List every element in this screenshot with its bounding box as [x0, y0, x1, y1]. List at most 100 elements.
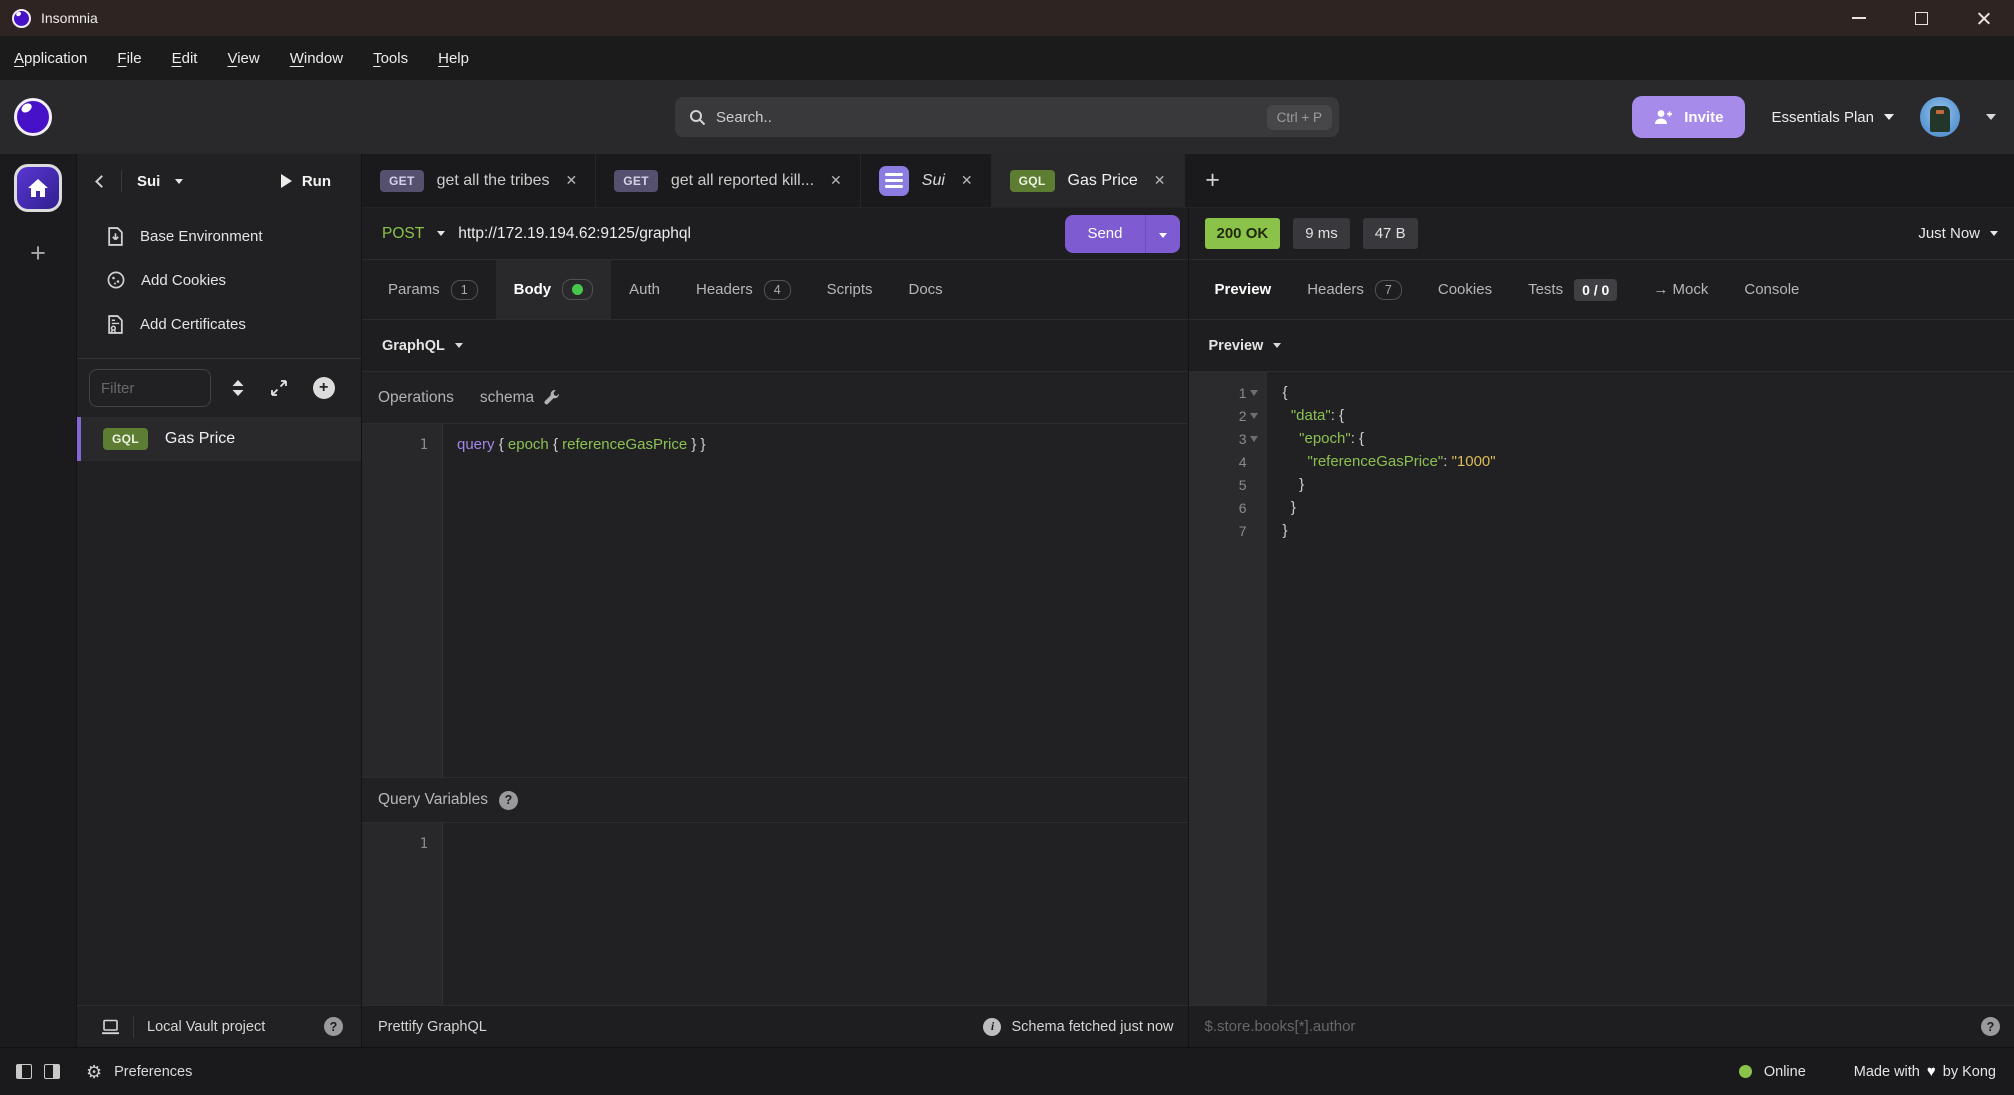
sidebar-item-add-cookies[interactable]: Add Cookies — [77, 258, 361, 302]
response-tab-headers[interactable]: Headers7 — [1289, 260, 1420, 319]
search-input[interactable] — [716, 109, 1257, 126]
code-token: epoch — [508, 436, 553, 453]
request-tab[interactable]: GQLGas Price✕ — [992, 154, 1185, 207]
tab-label: Headers — [1307, 281, 1364, 298]
response-code[interactable]: { "data": { "epoch": { "referenceGasPric… — [1267, 372, 1496, 1005]
request-tab[interactable]: Sui✕ — [861, 154, 992, 207]
method-selector[interactable]: POST — [382, 225, 424, 243]
request-tab-auth[interactable]: Auth — [611, 260, 678, 319]
prettify-button[interactable]: Prettify GraphQL — [378, 1019, 487, 1035]
url-input[interactable]: http://172.19.194.62:9125/graphql — [458, 225, 1052, 243]
query-editor[interactable]: 1 query { epoch { referenceGasPrice } } — [362, 424, 1188, 777]
request-tab-params[interactable]: Params1 — [370, 260, 496, 319]
gear-icon[interactable]: ⚙ — [86, 1063, 102, 1081]
request-tab-body[interactable]: Body — [496, 260, 612, 319]
home-button[interactable] — [14, 164, 62, 212]
response-filter-input[interactable] — [1205, 1018, 1972, 1035]
send-button[interactable]: Send — [1065, 215, 1179, 253]
response-body-viewer[interactable]: 1234567 { "data": { "epoch": { "referenc… — [1189, 372, 2014, 1005]
global-search[interactable]: Ctrl + P — [675, 97, 1339, 137]
body-indicator-badge — [562, 279, 593, 300]
tests-count-badge: 0 / 0 — [1574, 279, 1617, 301]
avatar[interactable] — [1920, 97, 1960, 137]
request-tab-docs[interactable]: Docs — [891, 260, 961, 319]
plan-selector[interactable]: Essentials Plan — [1771, 109, 1894, 126]
help-icon[interactable]: ? — [499, 791, 518, 810]
request-list-item[interactable]: GQLGas Price — [77, 417, 361, 461]
query-code[interactable]: query { epoch { referenceGasPrice } } — [443, 424, 706, 777]
url-bar: POST http://172.19.194.62:9125/graphql S… — [362, 208, 1188, 260]
close-button[interactable] — [1952, 0, 2014, 36]
variables-code[interactable] — [443, 823, 457, 1005]
chevron-down-icon — [1884, 114, 1894, 120]
response-history-dropdown[interactable]: Just Now — [1918, 225, 1998, 242]
menu-item-help[interactable]: Help — [438, 50, 469, 67]
editor-gutter: 1 — [362, 823, 443, 1005]
fold-icon[interactable] — [1247, 390, 1261, 396]
close-tab-icon[interactable]: ✕ — [1154, 172, 1166, 189]
query-variables-editor[interactable]: 1 — [362, 823, 1188, 1005]
preferences-label[interactable]: Preferences — [114, 1064, 192, 1080]
preview-mode-selector[interactable]: Preview — [1189, 320, 2014, 372]
schema-button[interactable]: schema — [480, 389, 560, 407]
menu-item-view[interactable]: View — [227, 50, 259, 67]
menu-item-application[interactable]: Application — [14, 50, 87, 67]
status-badge: 200 OK — [1205, 218, 1281, 249]
response-tab-mock[interactable]: → Mock — [1635, 260, 1726, 319]
response-tab-tests[interactable]: Tests0 / 0 — [1510, 260, 1635, 319]
request-tabs: Params1BodyAuthHeaders4 Scripts Docs — [362, 260, 1188, 320]
online-label[interactable]: Online — [1764, 1064, 1806, 1080]
response-tab-preview[interactable]: Preview — [1197, 260, 1290, 319]
help-icon[interactable]: ? — [1981, 1017, 2000, 1036]
new-tab-button[interactable]: + — [1185, 154, 1241, 207]
line-number: 1 — [1189, 381, 1267, 404]
back-icon[interactable] — [95, 175, 108, 188]
chevron-down-icon[interactable] — [437, 231, 445, 236]
sidebar-item-add-certificates[interactable]: Add Certificates — [77, 302, 361, 346]
response-tab-cookies[interactable]: Cookies — [1420, 260, 1510, 319]
close-tab-icon[interactable]: ✕ — [566, 172, 578, 189]
tab-label: Scripts — [827, 281, 873, 298]
expand-icon[interactable] — [270, 379, 288, 397]
sidebar-footer[interactable]: Local Vault project ? — [77, 1005, 361, 1047]
close-tab-icon[interactable]: ✕ — [830, 172, 842, 189]
request-tab[interactable]: GETget all the tribes✕ — [362, 154, 596, 207]
menu-item-file[interactable]: File — [117, 50, 141, 67]
fold-icon[interactable] — [1247, 436, 1261, 442]
sort-icon[interactable] — [231, 379, 245, 397]
request-tab-headers[interactable]: Headers4 — [678, 260, 809, 319]
chevron-down-icon — [1990, 231, 1998, 236]
toggle-panel-icon[interactable] — [44, 1064, 60, 1079]
invite-button[interactable]: Invite — [1632, 96, 1745, 138]
menu-item-tools[interactable]: Tools — [373, 50, 408, 67]
help-icon[interactable]: ? — [324, 1017, 343, 1036]
body-type-selector[interactable]: GraphQL — [362, 320, 1188, 372]
request-tab[interactable]: GETget all reported kill...✕ — [596, 154, 861, 207]
add-project-button[interactable]: + — [30, 240, 46, 267]
maximize-button[interactable] — [1890, 0, 1952, 36]
workspace-name[interactable]: Sui — [137, 173, 160, 190]
menu-item-window[interactable]: Window — [290, 50, 343, 67]
operations-button[interactable]: Operations — [378, 389, 454, 407]
insomnia-logo-icon[interactable] — [14, 98, 52, 136]
main-area: + Sui Run Base EnvironmentAdd CookiesAdd… — [0, 154, 2014, 1047]
preview-mode-label: Preview — [1209, 338, 1264, 354]
send-label: Send — [1065, 225, 1144, 242]
toggle-sidebar-icon[interactable] — [16, 1064, 32, 1079]
fold-icon[interactable] — [1247, 413, 1261, 419]
filter-input[interactable] — [89, 369, 211, 407]
add-request-icon[interactable]: + — [313, 377, 335, 399]
run-button[interactable]: Run — [281, 173, 331, 190]
minimize-button[interactable] — [1828, 0, 1890, 36]
close-tab-icon[interactable]: ✕ — [961, 172, 973, 189]
insomnia-window: Insomnia ApplicationFileEditViewWindowTo… — [0, 0, 2014, 1095]
response-tab-console[interactable]: Console — [1726, 260, 1817, 319]
request-tab-scripts[interactable]: Scripts — [809, 260, 891, 319]
tab-label: Docs — [909, 281, 943, 298]
line-number: 7 — [1189, 519, 1267, 542]
chevron-down-icon[interactable] — [1986, 114, 1996, 120]
send-options-button[interactable] — [1146, 225, 1180, 242]
sidebar-item-base-environment[interactable]: Base Environment — [77, 214, 361, 258]
chevron-down-icon[interactable] — [175, 179, 183, 184]
menu-item-edit[interactable]: Edit — [172, 50, 198, 67]
